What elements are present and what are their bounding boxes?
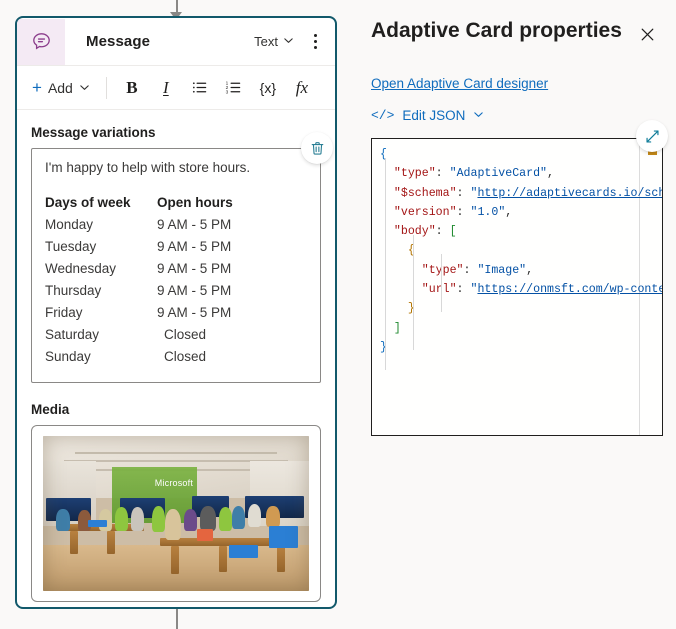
close-icon[interactable] — [634, 21, 660, 47]
day-cell: Wednesday — [45, 261, 117, 276]
day-cell: Saturday — [45, 327, 100, 342]
hours-cell: 9 AM - 5 PM — [157, 283, 232, 298]
node-title: Message — [86, 33, 151, 50]
json-code-content[interactable]: { "type": "AdaptiveCard", "$schema": "ht… — [372, 139, 662, 370]
chevron-down-icon — [283, 34, 294, 49]
day-cell: Sunday — [45, 349, 91, 364]
hours-cell: 9 AM - 5 PM — [157, 261, 232, 276]
bold-button[interactable]: B — [115, 73, 149, 103]
message-variations-label: Message variations — [31, 125, 156, 140]
hours-cell: Closed — [164, 349, 207, 364]
table-row: Wednesday 9 AM - 5 PM — [45, 258, 233, 280]
hours-cell: 9 AM - 5 PM — [157, 239, 232, 254]
numbered-list-icon[interactable]: 1 2 3 — [217, 73, 251, 103]
node-body: Message variations I'm happy to help wit… — [17, 110, 335, 602]
variation-intro-text: I'm happy to help with store hours. — [45, 160, 251, 175]
formula-button[interactable]: fx — [285, 73, 319, 103]
store-hours-table: Days of week Open hours Monday 9 AM - 5 … — [45, 192, 233, 368]
message-node-card[interactable]: Message Text + Add B I 1 2 3 {x} fx Mess… — [15, 16, 337, 609]
day-cell: Tuesday — [45, 239, 97, 254]
message-variation-item[interactable]: I'm happy to help with store hours. Days… — [31, 148, 321, 383]
more-options-icon[interactable] — [304, 27, 326, 57]
hours-cell: 9 AM - 5 PM — [157, 305, 232, 320]
flow-connector-bottom — [176, 609, 178, 629]
add-button[interactable]: + Add — [26, 73, 96, 103]
chevron-down-icon — [79, 80, 90, 96]
message-bubble-icon — [17, 18, 65, 65]
table-row: Monday 9 AM - 5 PM — [45, 214, 233, 236]
table-row: Saturday Closed — [45, 324, 233, 346]
plus-icon: + — [32, 78, 42, 97]
node-header: Message Text — [17, 18, 335, 66]
code-icon: </> — [371, 108, 395, 123]
hours-cell: Closed — [164, 327, 207, 342]
edit-json-toggle[interactable]: </> Edit JSON — [371, 108, 484, 123]
open-adaptive-card-designer-link[interactable]: Open Adaptive Card designer — [371, 76, 548, 91]
store-photo: Microsoft — [43, 436, 309, 591]
media-container[interactable]: Microsoft — [31, 425, 321, 602]
table-row: Thursday 9 AM - 5 PM — [45, 280, 233, 302]
bulleted-list-icon[interactable] — [183, 73, 217, 103]
table-row: Friday 9 AM - 5 PM — [45, 302, 233, 324]
chevron-down-icon — [473, 108, 484, 123]
table-row: Sunday Closed — [45, 346, 233, 368]
toolbar-divider — [105, 76, 107, 99]
day-cell: Thursday — [45, 283, 102, 298]
italic-button[interactable]: I — [149, 73, 183, 103]
hours-cell: 9 AM - 5 PM — [157, 217, 232, 232]
node-type-selector[interactable]: Text — [254, 34, 294, 49]
edit-json-label: Edit JSON — [402, 108, 466, 123]
variable-button[interactable]: {x} — [251, 73, 285, 103]
table-row: Tuesday 9 AM - 5 PM — [45, 236, 233, 258]
store-hours-tbody: Days of week Open hours Monday 9 AM - 5 … — [45, 192, 233, 368]
node-type-label: Text — [254, 34, 278, 49]
node-toolbar: + Add B I 1 2 3 {x} fx — [17, 66, 335, 110]
delete-icon[interactable] — [301, 132, 333, 164]
svg-text:3: 3 — [226, 90, 229, 96]
table-header-row: Days of week Open hours — [45, 192, 233, 214]
page-title: Adaptive Card properties — [371, 19, 622, 42]
column-header-days: Days of week — [45, 195, 131, 210]
screen-root: Message Text + Add B I 1 2 3 {x} fx Mess… — [0, 0, 676, 629]
adaptive-card-properties-panel: Adaptive Card properties Open Adaptive C… — [370, 0, 676, 629]
day-cell: Monday — [45, 217, 94, 232]
expand-icon[interactable] — [636, 120, 668, 152]
json-code-editor[interactable]: { "type": "AdaptiveCard", "$schema": "ht… — [371, 138, 663, 436]
media-label: Media — [31, 402, 70, 417]
day-cell: Friday — [45, 305, 83, 320]
add-button-label: Add — [47, 79, 73, 96]
column-header-hours: Open hours — [157, 195, 233, 210]
